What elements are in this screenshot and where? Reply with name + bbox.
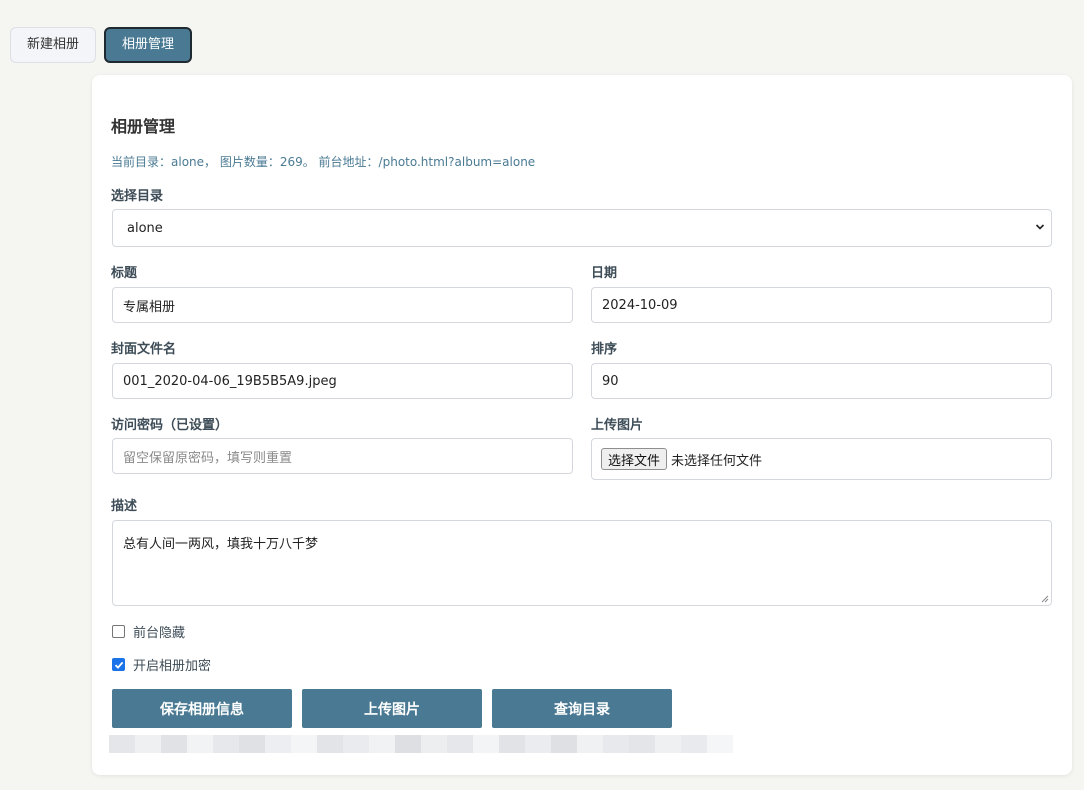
resize-handle-icon[interactable] <box>1041 595 1049 603</box>
obscured-result-area <box>109 735 733 753</box>
description-value: 总有人间一两风，填我十万八千梦 <box>123 537 319 552</box>
hide-frontend-label: 前台隐藏 <box>133 626 186 641</box>
file-status-text: 未选择任何文件 <box>671 453 763 469</box>
directory-select-value: alone <box>127 220 163 236</box>
directory-select[interactable]: alone <box>112 209 1052 247</box>
cover-filename-input[interactable]: 001_2020-04-06_19B5B5A9.jpeg <box>112 363 573 399</box>
checkmark-icon <box>114 661 123 669</box>
upload-images-button[interactable]: 上传图片 <box>302 689 482 728</box>
album-manage-card: 相册管理 当前目录：alone， 图片数量：269。 前台地址：/photo.h… <box>92 75 1072 775</box>
description-label: 描述 <box>111 499 138 514</box>
choose-file-button[interactable]: 选择文件 <box>601 448 668 470</box>
encrypt-row[interactable]: 开启相册加密 <box>112 655 211 674</box>
hide-frontend-row[interactable]: 前台隐藏 <box>112 622 185 641</box>
encrypt-checkbox[interactable] <box>112 658 125 671</box>
title-input-value: 专属相册 <box>123 299 176 315</box>
sort-input-value: 90 <box>602 373 619 389</box>
upload-label: 上传图片 <box>591 418 644 433</box>
tab-album-manage[interactable]: 相册管理 <box>104 27 193 63</box>
description-textarea[interactable]: 总有人间一两风，填我十万八千梦 <box>112 520 1052 606</box>
date-input[interactable]: 2024-10-09 <box>591 287 1052 323</box>
album-info-text: 当前目录：alone， 图片数量：269。 前台地址：/photo.html?a… <box>111 155 536 169</box>
password-label: 访问密码（已设置） <box>111 418 229 433</box>
page-title: 相册管理 <box>111 117 176 136</box>
chevron-down-icon <box>1035 224 1045 230</box>
date-label: 日期 <box>591 266 618 281</box>
date-input-value: 2024-10-09 <box>602 297 678 313</box>
sort-input[interactable]: 90 <box>591 363 1052 399</box>
save-album-button[interactable]: 保存相册信息 <box>112 689 292 728</box>
title-label: 标题 <box>111 266 138 281</box>
password-input[interactable]: 留空保留原密码，填写则重置 <box>112 438 573 474</box>
encrypt-label: 开启相册加密 <box>133 659 212 674</box>
upload-file-input[interactable]: 选择文件 未选择任何文件 <box>591 438 1052 480</box>
title-input[interactable]: 专属相册 <box>112 287 573 323</box>
hide-frontend-checkbox[interactable] <box>112 625 125 638</box>
tab-bar: 新建相册 相册管理 <box>10 27 193 63</box>
password-placeholder: 留空保留原密码，填写则重置 <box>123 450 293 466</box>
sort-label: 排序 <box>591 342 618 357</box>
cover-filename-value: 001_2020-04-06_19B5B5A9.jpeg <box>123 373 337 389</box>
tab-new-album[interactable]: 新建相册 <box>10 27 97 63</box>
query-directory-button[interactable]: 查询目录 <box>492 689 672 728</box>
cover-label: 封面文件名 <box>111 342 177 357</box>
directory-label: 选择目录 <box>111 189 164 204</box>
